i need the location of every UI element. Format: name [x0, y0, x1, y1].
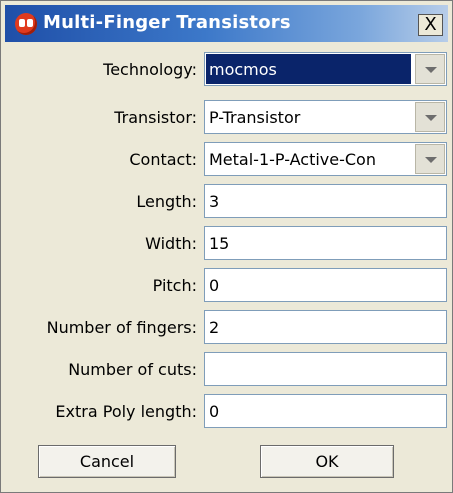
electric-app-icon: [15, 13, 37, 35]
chevron-down-icon[interactable]: [415, 102, 445, 132]
extra-poly-input[interactable]: 0: [204, 394, 447, 428]
contact-value: Metal-1-P-Active-Con: [209, 150, 376, 169]
title-bar[interactable]: Multi-Finger Transistors X: [5, 5, 448, 42]
contact-label: Contact:: [129, 150, 197, 169]
dialog-title: Multi-Finger Transistors: [43, 12, 291, 33]
width-row: Width: 15: [1, 226, 453, 262]
length-input[interactable]: 3: [204, 184, 447, 218]
length-row: Length: 3: [1, 184, 453, 220]
fingers-row: Number of fingers: 2: [1, 310, 453, 346]
width-label: Width:: [145, 234, 197, 253]
technology-row: Technology: mocmos: [1, 52, 453, 88]
transistor-label: Transistor:: [114, 108, 197, 127]
multi-finger-transistors-dialog: Multi-Finger Transistors X Technology: m…: [0, 0, 453, 493]
cuts-label: Number of cuts:: [68, 360, 197, 379]
width-input[interactable]: 15: [204, 226, 447, 260]
pitch-row: Pitch: 0: [1, 268, 453, 304]
length-value: 3: [209, 192, 220, 211]
technology-label: Technology:: [103, 60, 197, 79]
cuts-row: Number of cuts:: [1, 352, 453, 388]
extra-poly-row: Extra Poly length: 0: [1, 394, 453, 430]
contact-select[interactable]: Metal-1-P-Active-Con: [204, 142, 447, 176]
pitch-value: 0: [209, 276, 220, 295]
width-value: 15: [209, 234, 230, 253]
transistor-row: Transistor: P-Transistor: [1, 100, 453, 136]
cuts-input[interactable]: [204, 352, 447, 386]
fingers-label: Number of fingers:: [46, 318, 197, 337]
pitch-input[interactable]: 0: [204, 268, 447, 302]
extra-poly-label: Extra Poly length:: [55, 402, 197, 421]
transistor-value: P-Transistor: [209, 108, 301, 127]
close-button[interactable]: X: [418, 14, 443, 36]
technology-value: mocmos: [209, 60, 277, 79]
extra-poly-value: 0: [209, 402, 220, 421]
fingers-input[interactable]: 2: [204, 310, 447, 344]
transistor-select[interactable]: P-Transistor: [204, 100, 447, 134]
fingers-value: 2: [209, 318, 220, 337]
ok-button[interactable]: OK: [260, 445, 394, 478]
technology-select[interactable]: mocmos: [204, 52, 447, 86]
chevron-down-icon[interactable]: [415, 144, 445, 174]
pitch-label: Pitch:: [152, 276, 197, 295]
contact-row: Contact: Metal-1-P-Active-Con: [1, 142, 453, 178]
length-label: Length:: [136, 192, 197, 211]
chevron-down-icon[interactable]: [415, 54, 445, 84]
cancel-button[interactable]: Cancel: [38, 445, 176, 478]
